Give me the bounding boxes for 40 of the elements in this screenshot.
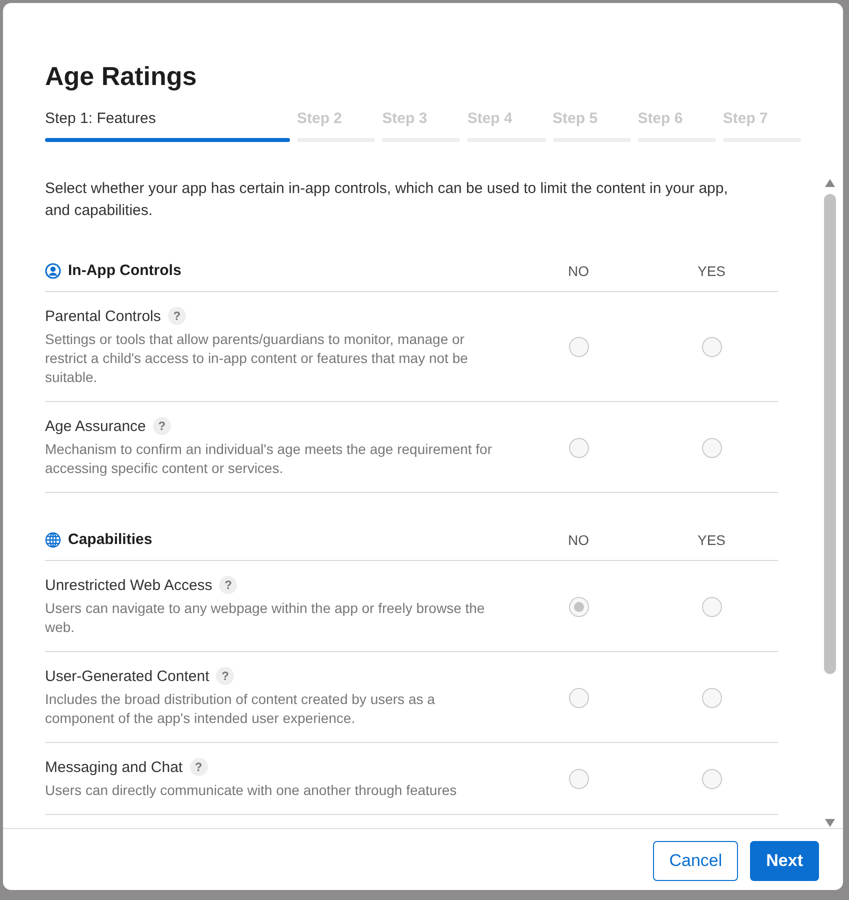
feature-description: Settings or tools that allow parents/guardians to monitor, manage or restrict a child's access to in-app content or features that may not be suitable. xyxy=(45,330,469,387)
column-header: NO xyxy=(567,262,590,278)
scroll-up-icon[interactable] xyxy=(824,178,836,188)
feature-description: Mechanism to confirm an individual's age meets the age requirement for accessing specific content or services. xyxy=(45,440,494,478)
radio-button[interactable] xyxy=(702,769,722,789)
feature-description: Users can navigate to any webpage within the app or freely browse the web. xyxy=(45,599,486,637)
feature-label: User-Generated Content xyxy=(45,668,210,684)
radio-button[interactable] xyxy=(568,769,588,789)
column-header: NO xyxy=(567,532,590,548)
cancel-button[interactable]: Cancel xyxy=(653,841,738,881)
feature-label: Unrestricted Web Access xyxy=(45,576,212,594)
radio-button[interactable] xyxy=(568,596,588,616)
column-header: YES xyxy=(696,532,726,548)
feature-label: Messaging and Chat xyxy=(45,758,183,776)
radio-button[interactable] xyxy=(702,337,722,357)
feature-description: Includes the broad distribution of content created by users as a component of the app's intended user experience. xyxy=(45,690,436,728)
help-icon[interactable]: ? xyxy=(190,758,208,776)
intro-text: Select whether your app has certain in-app controls, which can be used to limit the content in your app, and capabilities. xyxy=(45,179,729,221)
radio-button[interactable] xyxy=(568,337,588,357)
radio-button[interactable] xyxy=(568,688,588,708)
radio-button[interactable] xyxy=(702,596,722,616)
section-title: Capabilities xyxy=(68,531,154,548)
radio-button[interactable] xyxy=(702,438,722,458)
feature-label: Parental Controls xyxy=(45,308,161,324)
step-tab[interactable]: Step 1: Features xyxy=(45,110,290,142)
feature-label: Age Assurance xyxy=(45,418,146,434)
column-header: YES xyxy=(696,262,726,278)
help-icon[interactable]: ? xyxy=(216,667,234,685)
radio-button[interactable] xyxy=(568,438,588,458)
radio-button[interactable] xyxy=(702,688,722,708)
help-icon[interactable]: ? xyxy=(168,307,186,325)
feature-description: Users can directly communicate with one another through features xyxy=(45,781,458,800)
section-title: In-App Controls xyxy=(68,262,182,279)
dialog-title: Age Ratings xyxy=(45,61,198,92)
next-button[interactable]: Next xyxy=(750,841,819,881)
person-icon xyxy=(45,262,61,278)
help-icon[interactable]: ? xyxy=(152,417,171,435)
scroll-down-icon[interactable] xyxy=(824,818,836,828)
globe-icon xyxy=(45,532,61,548)
help-icon[interactable]: ? xyxy=(219,576,238,594)
